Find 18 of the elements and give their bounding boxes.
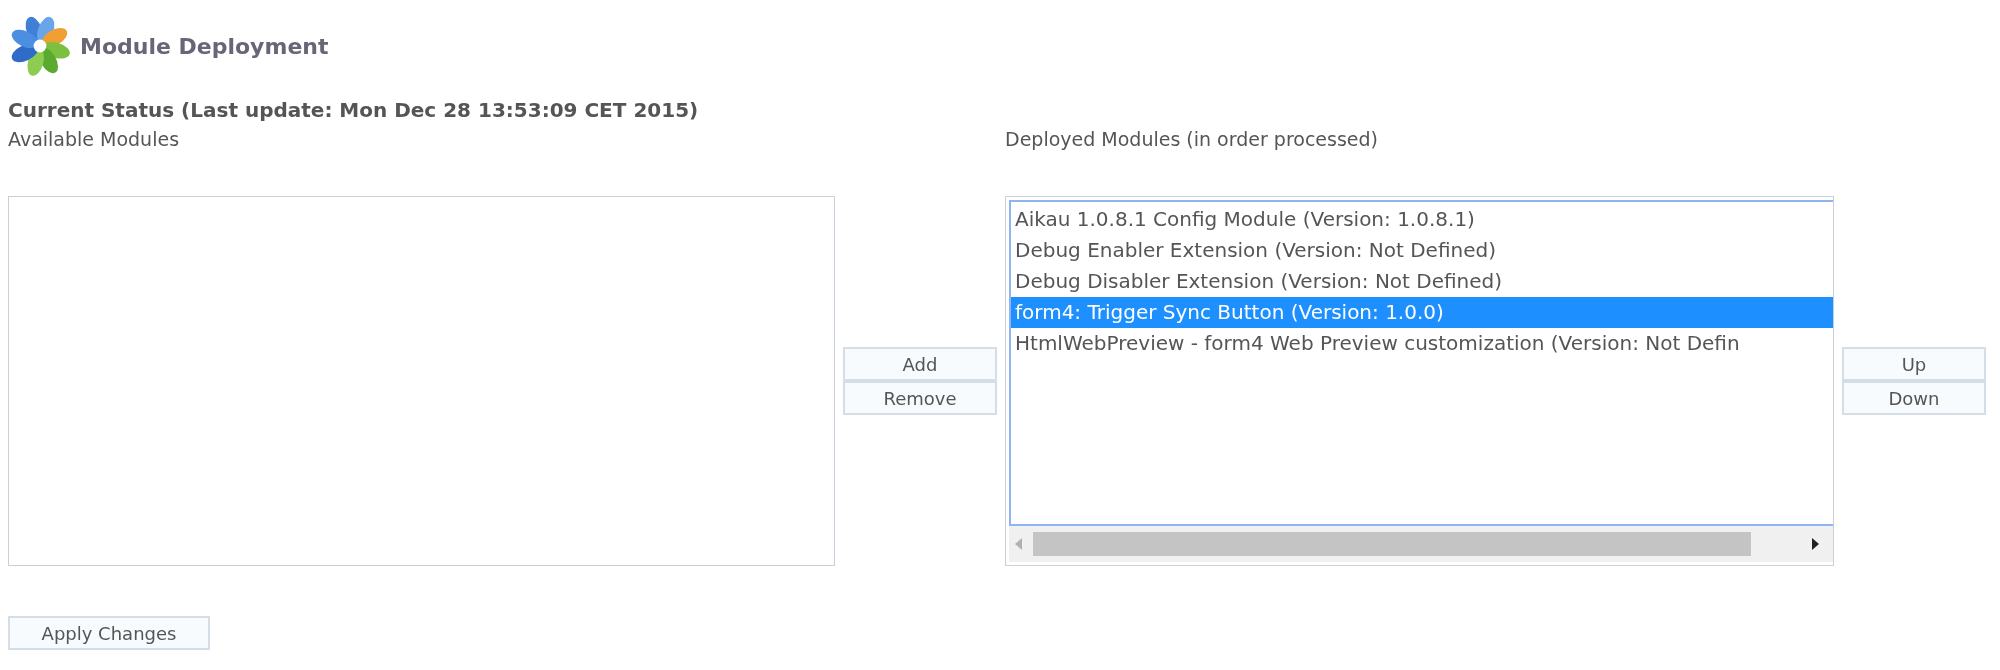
deployed-modules-label: Deployed Modules (in order processed) [1005, 128, 1379, 152]
module-item[interactable]: HtmlWebPreview - form4 Web Preview customization (Version: Not Defin [1011, 328, 1833, 359]
transfer-button[interactable]: Add [843, 347, 997, 381]
apply-changes-button[interactable]: Apply Changes [8, 616, 210, 650]
scroll-left-icon[interactable] [1015, 538, 1023, 550]
order-button[interactable]: Up [1842, 347, 1986, 381]
scroll-right-icon[interactable] [1811, 538, 1819, 550]
page-title: Module Deployment [80, 33, 329, 59]
horizontal-scrollbar[interactable] [1009, 526, 1833, 562]
status-text: Current Status (Last update: Mon Dec 28 13:53:09 CET 2015) [8, 98, 700, 122]
scrollbar-thumb[interactable] [1033, 532, 1751, 556]
available-modules-label: Available Modules [8, 128, 181, 152]
transfer-button[interactable]: Remove [843, 381, 997, 415]
order-button[interactable]: Down [1842, 381, 1986, 415]
module-item[interactable]: Debug Disabler Extension (Version: Not Defined) [1011, 266, 1833, 297]
available-modules-list[interactable] [8, 196, 835, 566]
module-item[interactable]: Aikau 1.0.8.1 Config Module (Version: 1.0.8.1) [1011, 204, 1833, 235]
module-item[interactable]: Debug Enabler Extension (Version: Not Defined) [1011, 235, 1833, 266]
